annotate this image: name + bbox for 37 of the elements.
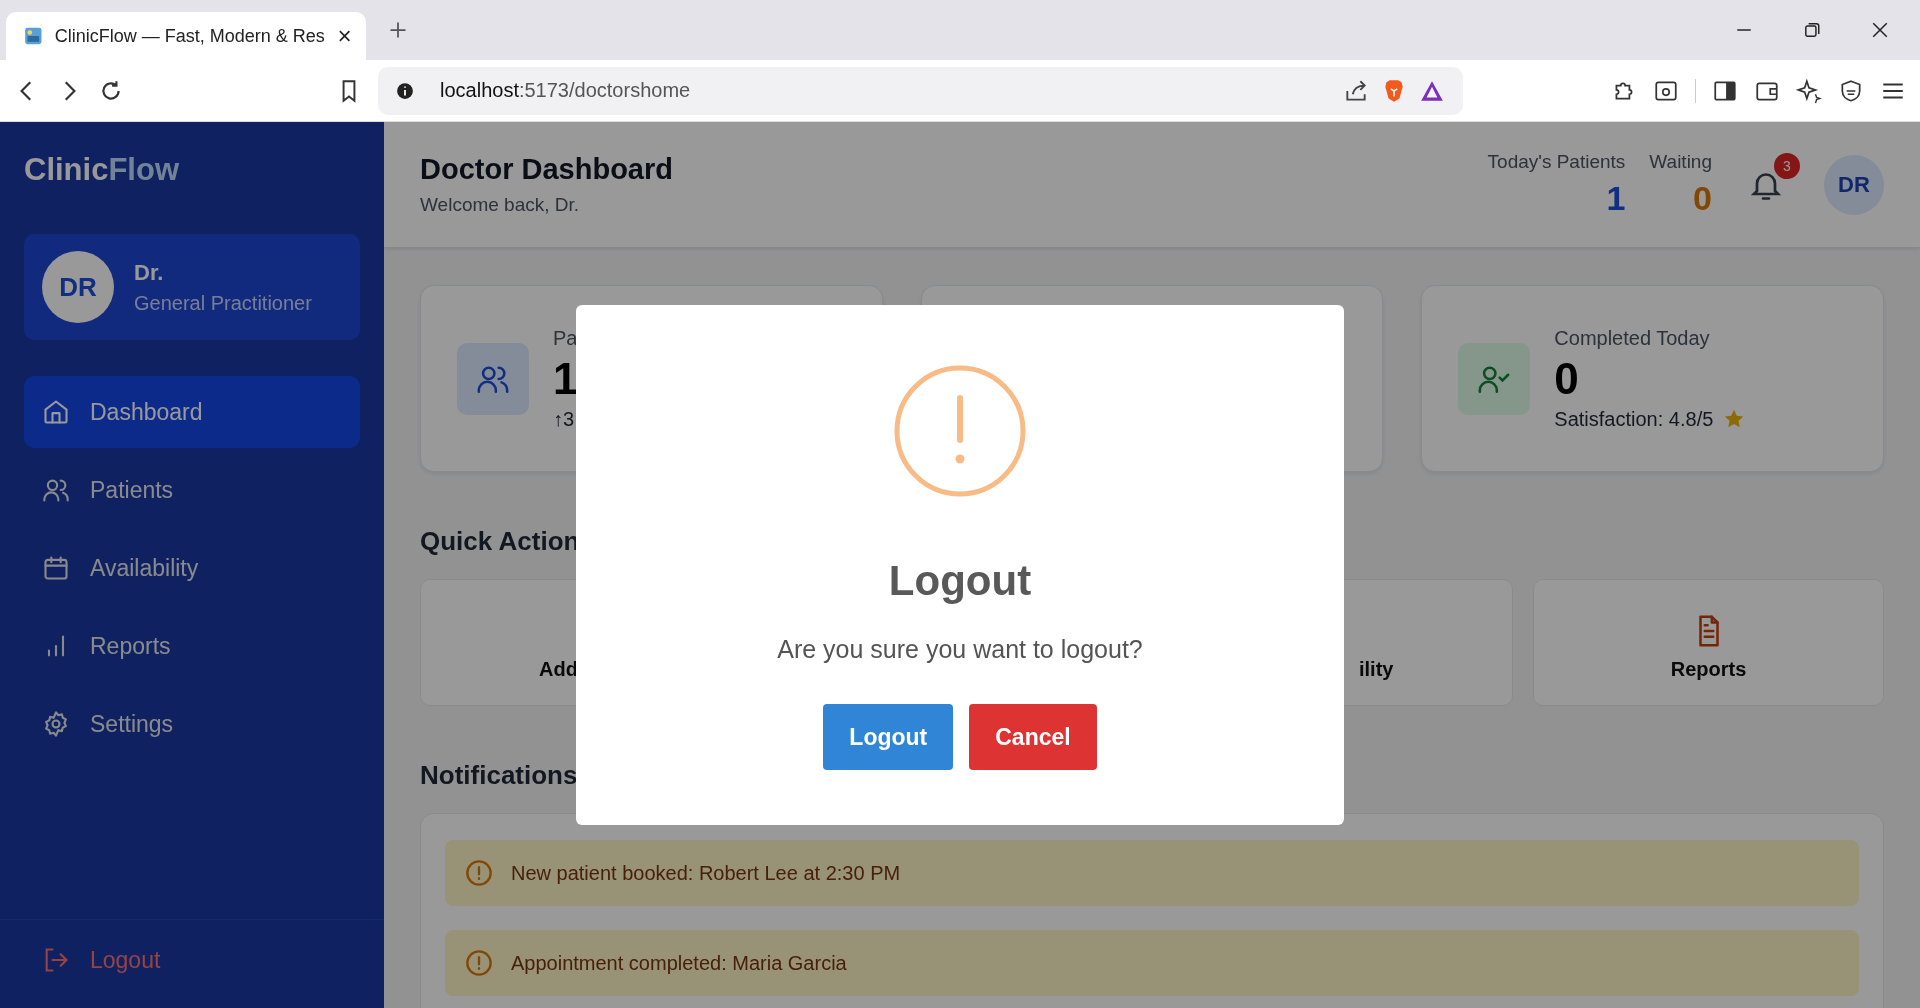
avatar[interactable]: DR [1824,154,1884,215]
nav-item[interactable]: Patients [24,454,360,526]
notification-item: Appointment completed: Maria Garcia [445,930,1859,996]
logout-button[interactable]: Logout [823,704,954,770]
nav-item[interactable]: Settings [24,688,360,760]
stat-value: 1 [1606,179,1626,218]
notification-item: New patient booked: Robert Lee at 2:30 PM [445,840,1859,906]
avatar: DR [42,251,114,323]
logout-link[interactable]: Logout [42,946,342,974]
doctor-role: General Practitioner [134,291,312,315]
nav-item[interactable]: Dashboard [24,376,360,448]
card-label: Completed Today [1554,326,1711,350]
dialog-message: Are you sure you want to logout? [777,635,1143,664]
card-note: ↑3 [553,407,575,431]
address-bar[interactable]: localhost:5173/doctorshome [378,66,1463,115]
section-title: Quick Action [420,526,581,557]
card-value: 0 [1554,353,1580,404]
section-title: Notifications [420,760,579,791]
card-value: 1 [553,353,578,404]
card-note: Satisfaction: 4.8/5 [1554,407,1714,431]
nav-item[interactable]: Availability [24,532,360,604]
stat-label: Waiting [1649,151,1712,173]
browser-tab[interactable]: ClinicFlow — Fast, Modern & Res [6,12,366,60]
url-text: localhost:5173/doctorshome [440,79,691,102]
doctor-name: Dr. [134,259,165,286]
cancel-button[interactable]: Cancel [969,704,1097,770]
page-title: Doctor Dashboard [420,153,673,186]
tab-title: ClinicFlow — Fast, Modern & Res [54,25,325,47]
notification-count: 3 [1774,152,1800,179]
brand-logo: ClinicFlow [24,152,180,188]
dialog-title: Logout [888,557,1032,605]
nav-item[interactable]: Reports [24,610,360,682]
stat-label: Today's Patients [1487,151,1626,173]
stat-value: 0 [1693,179,1712,218]
card-label: Pa [553,326,578,350]
welcome-text: Welcome back, Dr. [420,194,581,216]
action-card[interactable]: Reports [1533,579,1884,706]
